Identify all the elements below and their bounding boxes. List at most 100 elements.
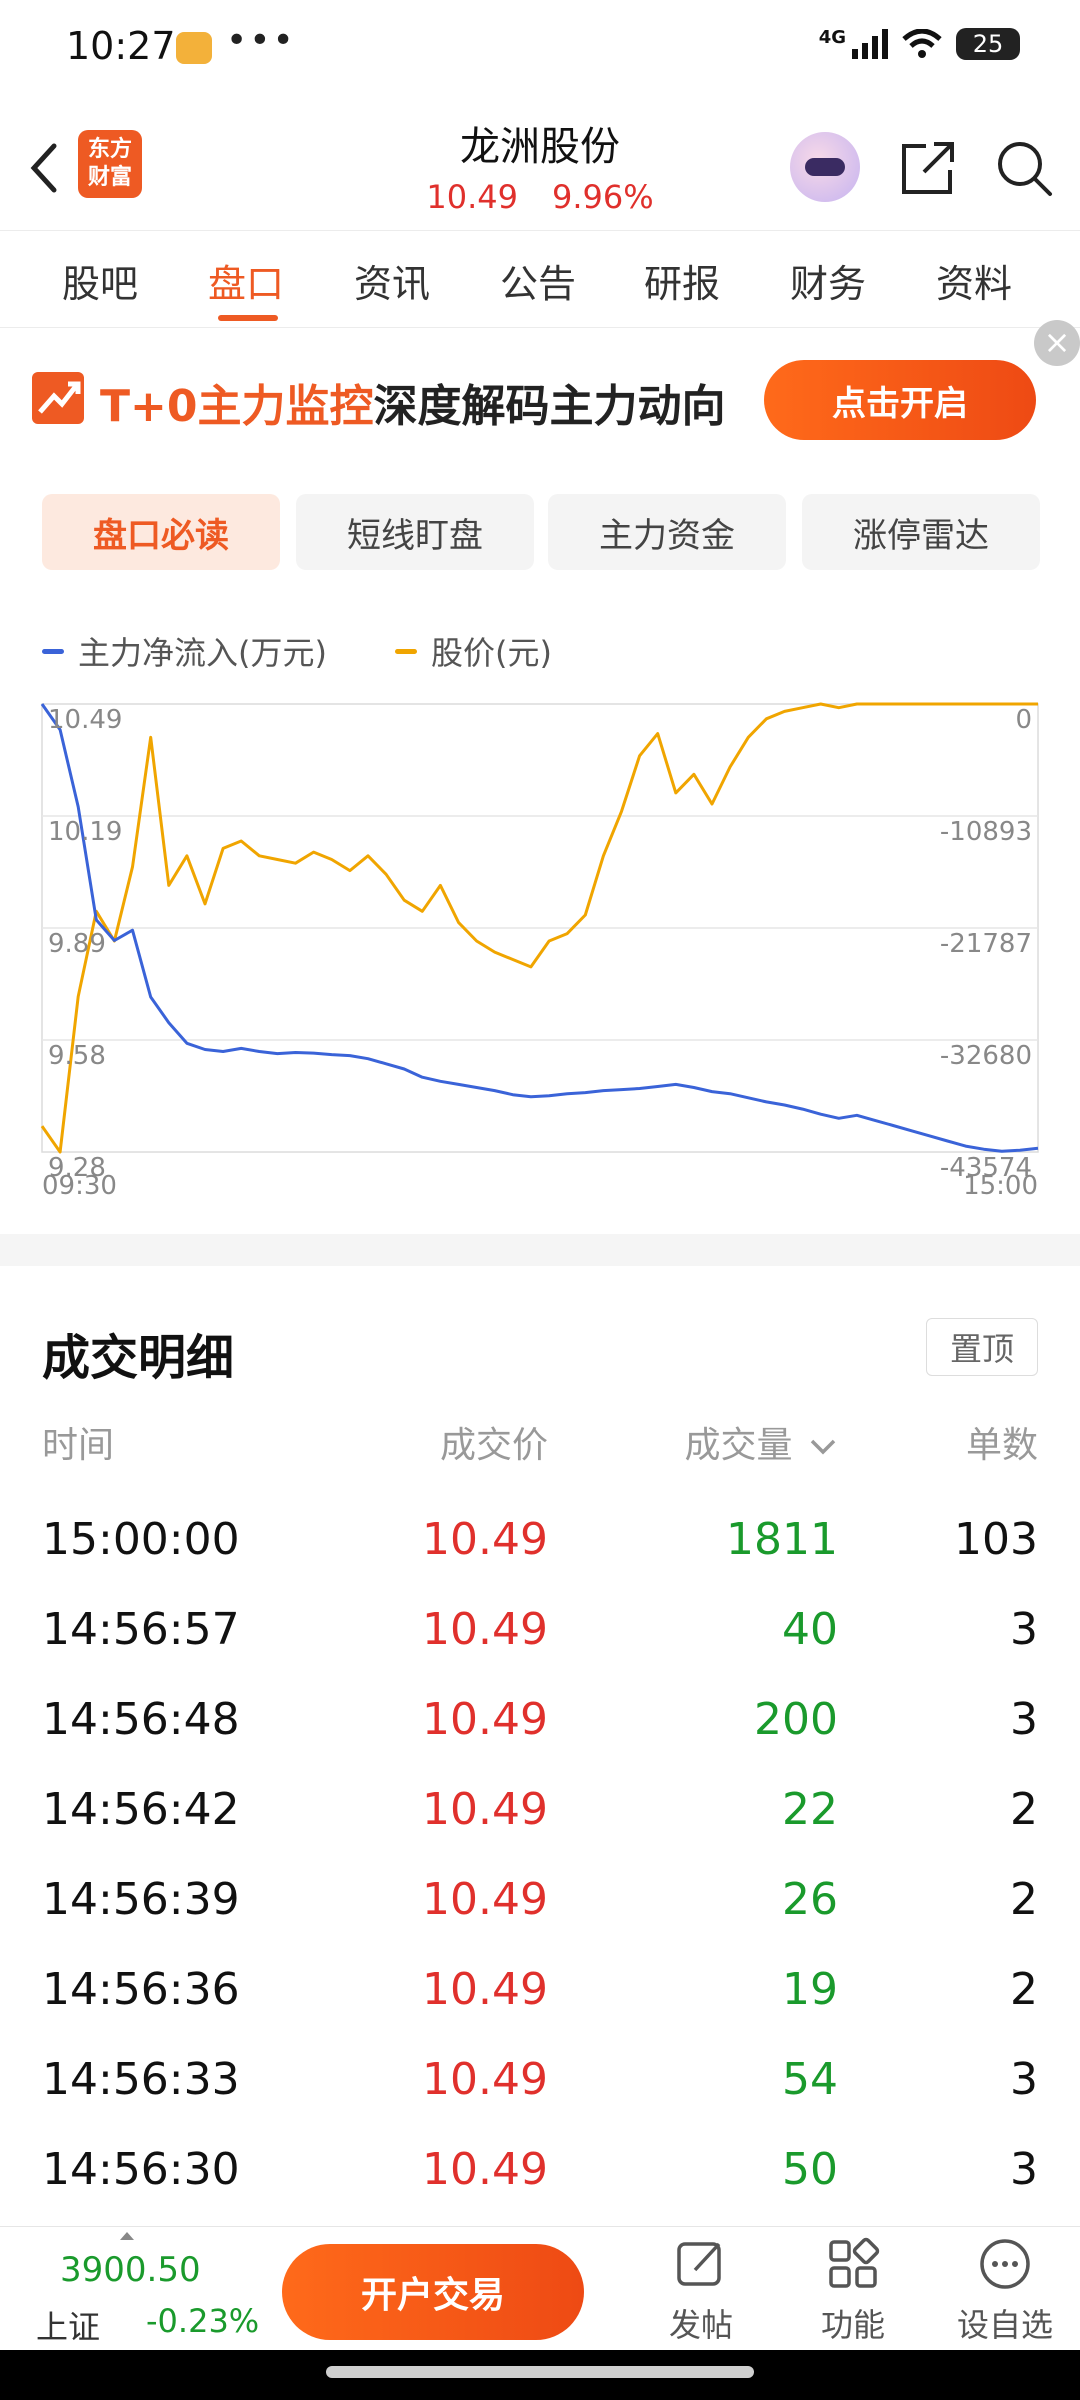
trade-time: 14:56:42 <box>42 1784 240 1835</box>
trade-time: 14:56:48 <box>42 1694 240 1745</box>
tab-profile[interactable]: 资料 <box>936 253 1012 308</box>
open-account-trade-button[interactable]: 开户交易 <box>282 2244 584 2340</box>
trade-row: 14:56:48 10.49 200 3 <box>0 1694 1080 1784</box>
legend-flow-label: 主力净流入(万元) <box>78 634 327 672</box>
trade-count: 2 <box>1010 1964 1038 2015</box>
nav-add-watchlist-label: 设自选 <box>956 2306 1053 2344</box>
subtab-limit-up-radar[interactable]: 涨停雷达 <box>802 494 1040 570</box>
banner-open-button[interactable]: 点击开启 <box>764 360 1036 440</box>
trade-time: 14:56:30 <box>42 2144 240 2195</box>
network-type: 4G <box>818 26 846 48</box>
tab-pankou[interactable]: 盘口 <box>208 253 284 308</box>
left-axis-tick: 10.19 <box>48 817 122 847</box>
trade-count: 3 <box>1010 2144 1038 2195</box>
trade-volume: 19 <box>782 1964 838 2015</box>
nav-functions[interactable]: 功能 <box>788 2236 918 2346</box>
nav-add-watchlist[interactable]: 设自选 <box>940 2236 1070 2346</box>
chart-legend: 主力净流入(万元) 股价(元) <box>42 628 552 674</box>
stock-change-pct: 9.96% <box>551 178 654 216</box>
banner-close-button[interactable]: × <box>1034 320 1080 366</box>
banner-slogan: 深度解码主力动向 <box>373 381 726 432</box>
nav-post-label: 发帖 <box>668 2306 733 2344</box>
banner-highlight: T+0主力监控 <box>100 381 374 432</box>
edit-icon <box>677 2242 721 2286</box>
section-divider <box>0 1234 1080 1266</box>
subtab-must-read[interactable]: 盘口必读 <box>42 494 280 570</box>
left-axis-tick: 9.89 <box>48 929 106 959</box>
subtab-short-term[interactable]: 短线盯盘 <box>296 494 534 570</box>
trade-row: 14:56:57 10.49 40 3 <box>0 1604 1080 1694</box>
left-axis-tick: 9.58 <box>48 1041 106 1071</box>
trade-volume: 1811 <box>726 1514 838 1565</box>
trade-volume: 50 <box>782 2144 838 2195</box>
right-axis-tick: -10893 <box>940 817 1032 847</box>
trade-volume: 22 <box>782 1784 838 1835</box>
trade-count: 103 <box>954 1514 1038 1565</box>
trade-time: 14:56:33 <box>42 2054 240 2105</box>
subtab-main-funds[interactable]: 主力资金 <box>548 494 786 570</box>
index-name[interactable]: 上证 <box>36 2302 100 2348</box>
trade-price: 10.49 <box>422 1964 548 2015</box>
tab-finance[interactable]: 财务 <box>790 253 866 308</box>
trade-price: 10.49 <box>422 1694 548 1745</box>
signal-icon <box>852 29 888 59</box>
trade-price: 10.49 <box>422 1514 548 1565</box>
tab-guba[interactable]: 股吧 <box>62 253 138 308</box>
trade-count: 2 <box>1010 1874 1038 1925</box>
trade-count: 3 <box>1010 1604 1038 1655</box>
trade-time: 14:56:57 <box>42 1604 240 1655</box>
trade-price: 10.49 <box>422 2144 548 2195</box>
pin-top-button[interactable]: 置顶 <box>926 1318 1038 1376</box>
trade-price: 10.49 <box>422 2054 548 2105</box>
trade-price: 10.49 <box>422 1874 548 1925</box>
legend-price-swatch <box>394 648 417 654</box>
battery-icon: 25 <box>956 28 1020 60</box>
main-tabs: 股吧 盘口 资讯 公告 研报 财务 资料 <box>0 230 1080 328</box>
active-tab-indicator <box>218 315 278 321</box>
header-count: 单数 <box>965 1425 1038 1466</box>
trade-count: 2 <box>1010 1784 1038 1835</box>
legend-flow-swatch <box>42 648 64 654</box>
more-icon <box>980 2239 1030 2289</box>
header-volume[interactable]: 成交量 <box>685 1416 838 1468</box>
trade-row: 14:56:33 10.49 54 3 <box>0 2054 1080 2144</box>
header-volume-label: 成交量 <box>684 1425 793 1466</box>
trade-volume: 54 <box>782 2054 838 2105</box>
stock-price: 10.49 <box>426 178 518 216</box>
left-axis-tick: 10.49 <box>48 705 122 735</box>
trade-volume: 40 <box>782 1604 838 1655</box>
x-axis-end-label: 15:00 <box>963 1171 1038 1201</box>
x-axis-start-label: 09:30 <box>42 1171 117 1201</box>
index-change[interactable]: -0.23% <box>146 2302 259 2340</box>
trade-row: 15:00:00 10.49 1811 103 <box>0 1514 1080 1604</box>
right-axis-tick: 0 <box>1015 705 1032 735</box>
stock-header: 东方 财富 龙洲股份 10.49 9.96% <box>0 100 1080 230</box>
chevron-down-icon <box>810 1439 836 1455</box>
tab-announcements[interactable]: 公告 <box>500 253 576 308</box>
trade-volume: 200 <box>754 1694 838 1745</box>
trade-row: 14:56:39 10.49 26 2 <box>0 1874 1080 1964</box>
status-indicators: 4G 25 <box>818 26 1020 60</box>
index-value[interactable]: 3900.50 <box>60 2250 201 2290</box>
share-icon[interactable] <box>896 136 960 200</box>
more-notifications-icon: ••• <box>226 20 296 61</box>
search-icon[interactable] <box>992 136 1056 200</box>
trade-row: 14:56:36 10.49 19 2 <box>0 1964 1080 2054</box>
trade-row: 14:56:30 10.49 50 3 <box>0 2144 1080 2234</box>
trend-chart-icon <box>32 372 84 424</box>
nav-functions-label: 功能 <box>820 2306 885 2344</box>
trade-time: 14:56:39 <box>42 1874 240 1925</box>
home-indicator[interactable] <box>326 2366 754 2378</box>
nav-post[interactable]: 发帖 <box>636 2236 766 2346</box>
tab-news[interactable]: 资讯 <box>354 253 430 308</box>
trade-price: 10.49 <box>422 1604 548 1655</box>
wifi-icon <box>902 29 942 58</box>
assistant-avatar-icon[interactable] <box>790 132 860 202</box>
tab-research[interactable]: 研报 <box>644 253 720 308</box>
trade-count: 3 <box>1010 2054 1038 2105</box>
banner-text[interactable]: T+0主力监控深度解码主力动向 <box>100 370 726 434</box>
header-time: 时间 <box>42 1425 115 1466</box>
trade-time: 14:56:36 <box>42 1964 240 2015</box>
index-expand-icon[interactable] <box>120 2232 134 2240</box>
intraday-chart[interactable]: 10.4910.199.899.589.280-10893-21787-3268… <box>0 680 1080 1220</box>
